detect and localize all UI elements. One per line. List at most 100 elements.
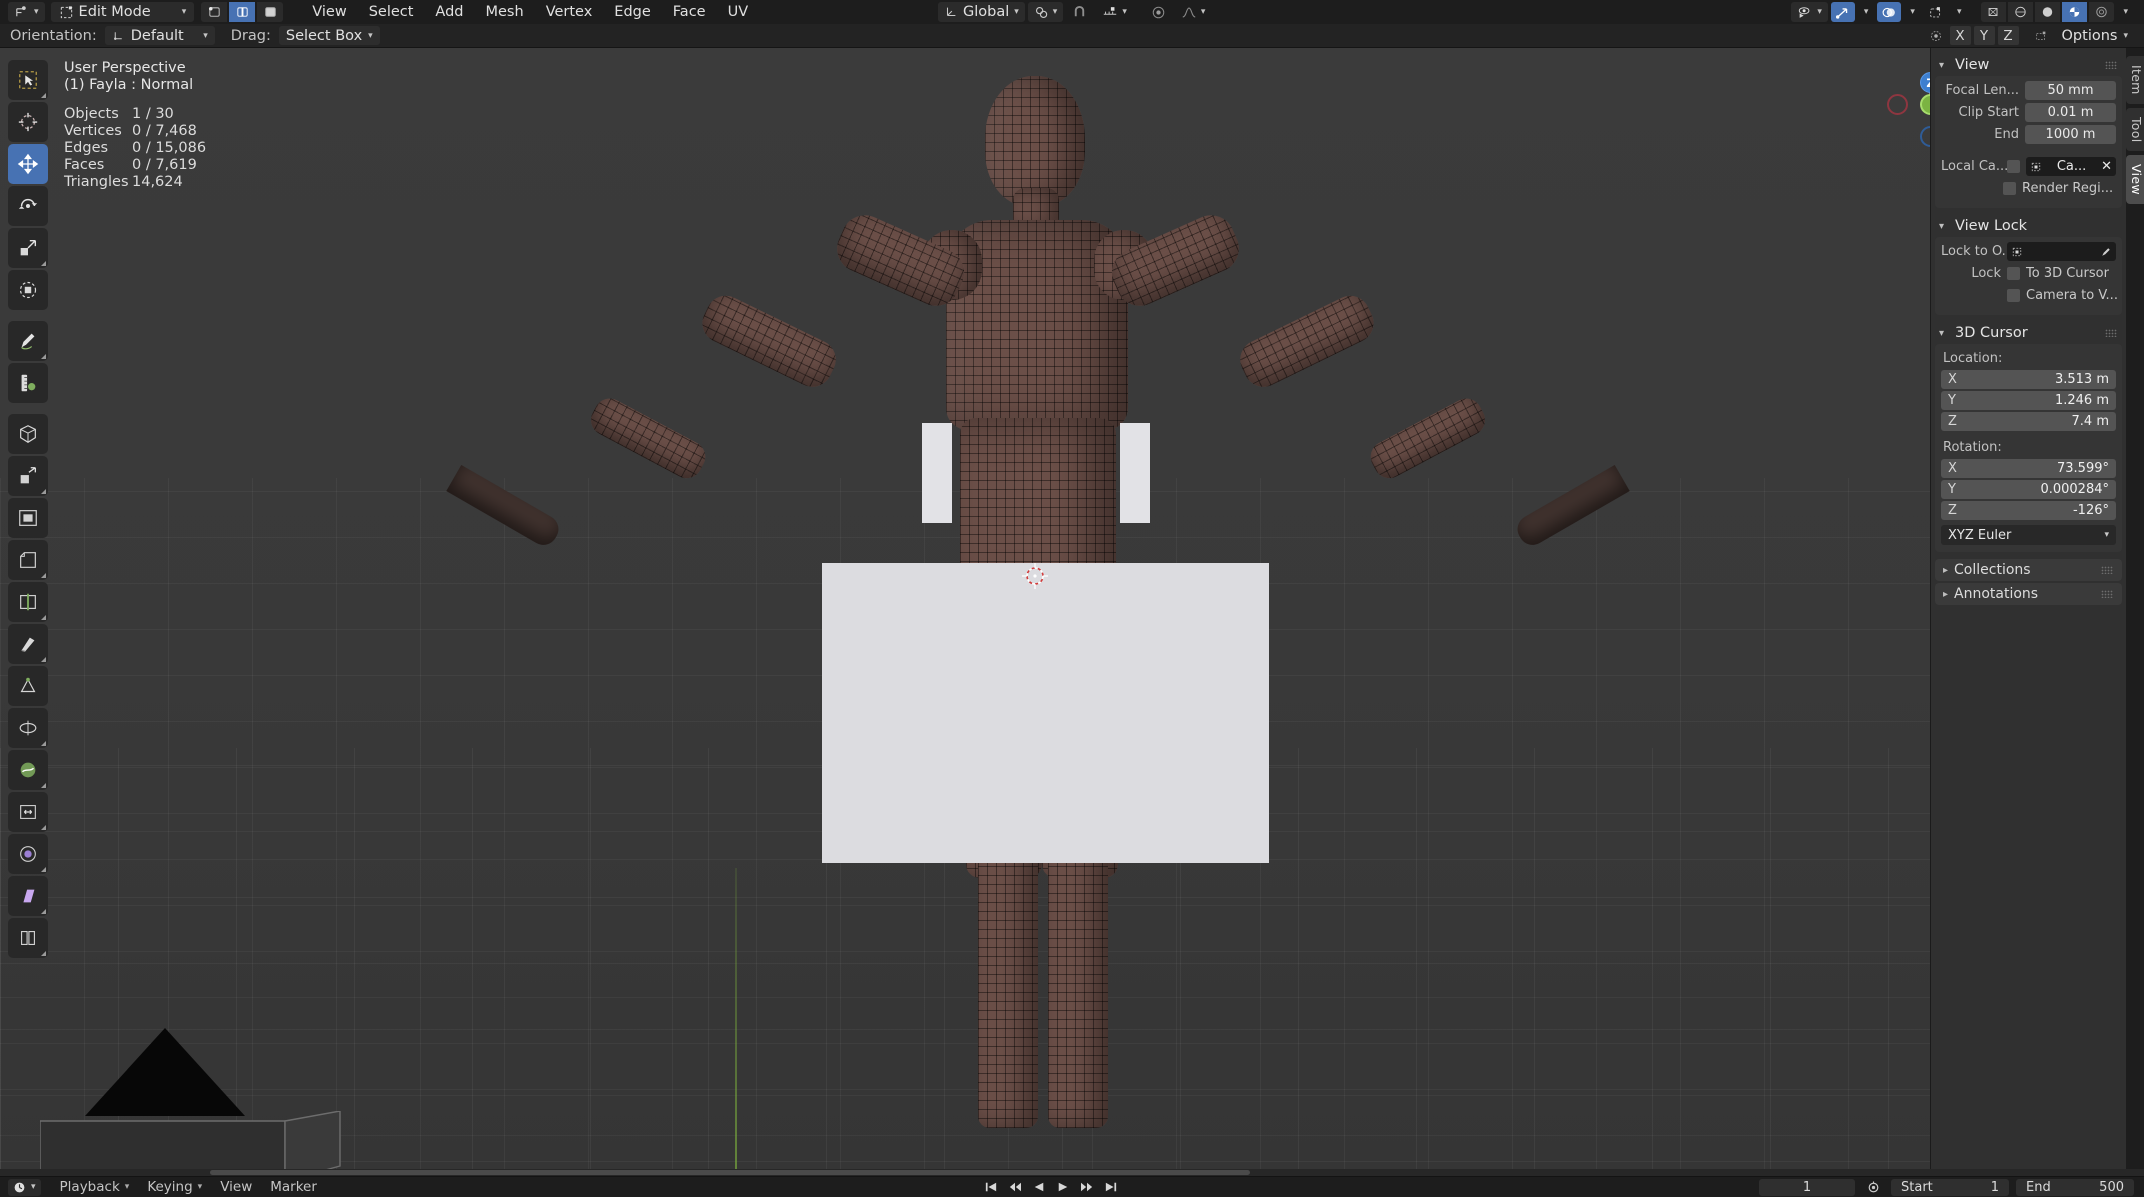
cursor-location-z[interactable]: Z 7.4 m: [1941, 412, 2116, 431]
local-camera-checkbox[interactable]: [2007, 160, 2020, 173]
knife-tool[interactable]: [8, 624, 48, 664]
transform-tool[interactable]: [8, 270, 48, 310]
axis-lock-z[interactable]: Z: [1997, 26, 2019, 45]
rotate-tool[interactable]: [8, 186, 48, 226]
menu-add[interactable]: Add: [424, 1, 474, 23]
proportional-falloff-selector[interactable]: ▾: [1175, 2, 1212, 22]
annotate-tool[interactable]: [8, 321, 48, 361]
timeline-scrollbar[interactable]: [0, 1169, 2144, 1176]
clip-end-field[interactable]: 1000 m: [2025, 125, 2116, 144]
pivot-point-selector[interactable]: ▾: [1027, 2, 1064, 22]
mirror-options-icon[interactable]: [2031, 26, 2052, 45]
mode-selector[interactable]: Edit Mode ▾: [50, 2, 195, 22]
timeline-menu-playback[interactable]: Playback ▾: [51, 1179, 139, 1195]
proportional-edit-icon[interactable]: [1926, 26, 1947, 45]
cursor-rotation-x[interactable]: X 73.599°: [1941, 459, 2116, 478]
jump-start-icon[interactable]: [980, 1179, 1002, 1196]
axis-lock-x[interactable]: X: [1949, 26, 1971, 45]
menu-select[interactable]: Select: [358, 1, 425, 23]
jump-next-keyframe-icon[interactable]: [1076, 1179, 1098, 1196]
cursor-tool[interactable]: [8, 102, 48, 142]
cursor-rotation-z[interactable]: Z -126°: [1941, 501, 2116, 520]
scale-tool[interactable]: [8, 228, 48, 268]
play-icon[interactable]: [1052, 1179, 1074, 1196]
menu-mesh[interactable]: Mesh: [475, 1, 535, 23]
panel-header-view-lock[interactable]: ▾ View Lock: [1931, 215, 2126, 237]
transform-orientation-selector[interactable]: Global ▾: [938, 2, 1025, 22]
extrude-region-tool[interactable]: [8, 456, 48, 496]
timeline-editor-type[interactable]: ▾: [8, 1178, 41, 1196]
move-tool[interactable]: [8, 144, 48, 184]
sidebar-tab-item[interactable]: Item: [2126, 56, 2144, 104]
gizmo-toggle-icon[interactable]: [1830, 2, 1855, 22]
axis-lock-y[interactable]: Y: [1973, 26, 1995, 45]
overlays-toggle-icon[interactable]: [1877, 2, 1902, 22]
editor-type-selector[interactable]: ▾: [8, 2, 45, 22]
cursor-location-x[interactable]: X 3.513 m: [1941, 370, 2116, 389]
cursor-location-y[interactable]: Y 1.246 m: [1941, 391, 2116, 410]
timeline-menu-view[interactable]: View: [211, 1179, 261, 1195]
cursor-rotation-y[interactable]: Y 0.000284°: [1941, 480, 2116, 499]
edge-select-icon[interactable]: [229, 2, 256, 22]
gizmo-axis-neg-x[interactable]: [1887, 94, 1908, 115]
edge-slide-tool[interactable]: [8, 792, 48, 832]
camera-to-view-checkbox[interactable]: [2007, 289, 2020, 302]
panel-header-collections[interactable]: ▸ Collections: [1935, 559, 2122, 581]
proportional-edit-toggle[interactable]: [1145, 2, 1172, 22]
sidebar-tab-view[interactable]: View: [2126, 155, 2144, 205]
to-3d-cursor-checkbox[interactable]: [2007, 267, 2020, 280]
panel-header-annotations[interactable]: ▸ Annotations: [1935, 583, 2122, 605]
frame-end-field[interactable]: End 500: [2016, 1178, 2134, 1196]
measure-tool[interactable]: [8, 363, 48, 403]
snap-magnet-toggle[interactable]: [1066, 2, 1093, 22]
gizmo-options-caret[interactable]: ▾: [1858, 2, 1875, 22]
xray-options-caret[interactable]: ▾: [1951, 2, 1968, 22]
options-dropdown[interactable]: Options ▾: [2055, 26, 2132, 45]
3d-viewport[interactable]: User Perspective (1) Fayla : Normal Obje…: [0, 48, 2144, 1176]
lock-to-object-field[interactable]: [2007, 242, 2116, 261]
smooth-tool[interactable]: [8, 750, 48, 790]
snap-target-selector[interactable]: ▾: [1096, 2, 1133, 22]
menu-uv[interactable]: UV: [717, 1, 760, 23]
panel-header-view[interactable]: ▾ View: [1931, 54, 2126, 76]
clip-start-field[interactable]: 0.01 m: [2025, 103, 2116, 122]
clear-camera-icon[interactable]: ✕: [2101, 159, 2112, 174]
vertex-select-icon[interactable]: [201, 2, 228, 22]
shading-options-caret[interactable]: ▾: [2117, 2, 2134, 22]
jump-end-icon[interactable]: [1100, 1179, 1122, 1196]
preview-shading-icon[interactable]: [2035, 2, 2061, 22]
menu-vertex[interactable]: Vertex: [535, 1, 604, 23]
overlays-options-caret[interactable]: ▾: [1904, 2, 1921, 22]
panel-drag-dots[interactable]: [2105, 329, 2117, 337]
panel-drag-dots[interactable]: [2101, 590, 2113, 598]
black-triangle-object[interactable]: [85, 1028, 245, 1118]
render-region-checkbox[interactable]: [2003, 182, 2016, 195]
xray-toggle-icon[interactable]: [1924, 2, 1948, 22]
dark-box-object[interactable]: [40, 1111, 355, 1176]
panel-drag-dots[interactable]: [2101, 566, 2113, 574]
object-visibility-selector[interactable]: ▾: [1791, 2, 1828, 22]
inset-faces-tool[interactable]: [8, 498, 48, 538]
render-region-row[interactable]: Render Regi...: [2003, 179, 2116, 198]
spin-tool[interactable]: [8, 708, 48, 748]
shear-tool[interactable]: [8, 876, 48, 916]
menu-edge[interactable]: Edge: [603, 1, 662, 23]
add-cube-tool[interactable]: [8, 414, 48, 454]
menu-face[interactable]: Face: [662, 1, 717, 23]
play-reverse-icon[interactable]: [1028, 1179, 1050, 1196]
white-plane-object[interactable]: [822, 563, 1269, 863]
eyedropper-icon[interactable]: [2100, 246, 2112, 258]
jump-prev-keyframe-icon[interactable]: [1004, 1179, 1026, 1196]
rip-region-tool[interactable]: [8, 918, 48, 958]
tweak-select-tool[interactable]: [8, 60, 48, 100]
timeline-menu-marker[interactable]: Marker: [261, 1179, 326, 1195]
current-frame-field[interactable]: 1: [1759, 1178, 1855, 1196]
panel-header-3d-cursor[interactable]: ▾ 3D Cursor: [1931, 322, 2126, 344]
frame-start-field[interactable]: Start 1: [1891, 1178, 2009, 1196]
rendered-shading-icon[interactable]: [2089, 2, 2115, 22]
material-preview-icon[interactable]: [2062, 2, 2088, 22]
camera-to-view-row[interactable]: Camera to V...: [2007, 286, 2118, 305]
shrink-fatten-tool[interactable]: [8, 834, 48, 874]
focal-length-field[interactable]: 50 mm: [2025, 81, 2116, 100]
poly-build-tool[interactable]: [8, 666, 48, 706]
